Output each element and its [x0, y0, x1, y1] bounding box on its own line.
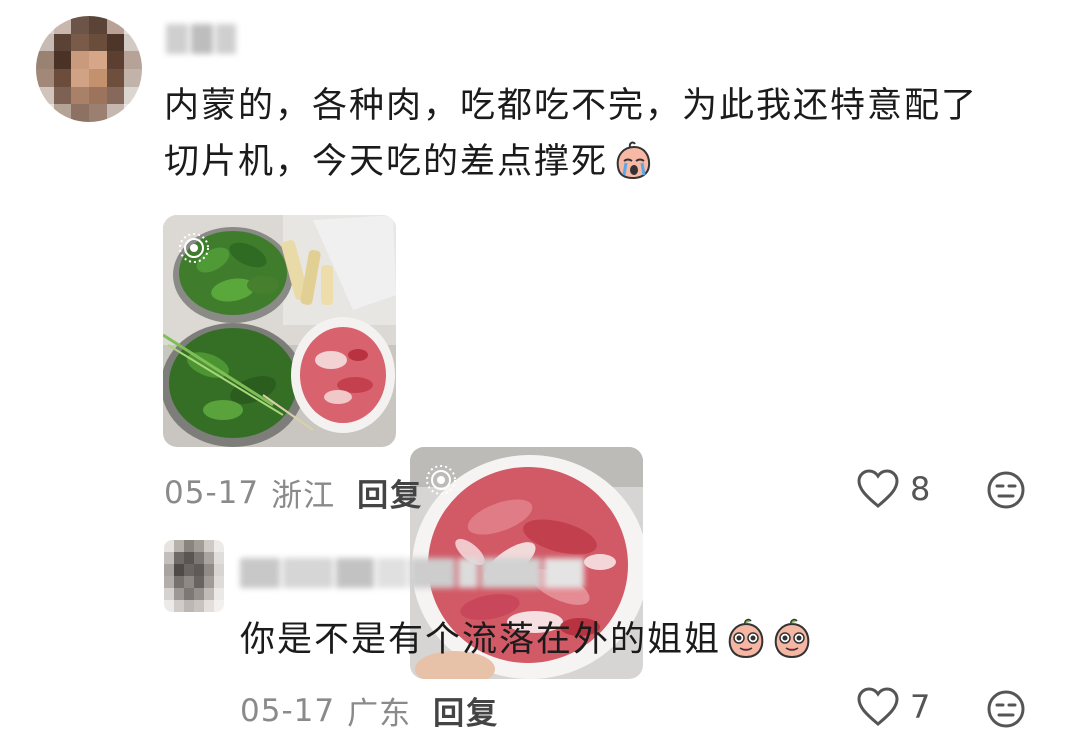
comment-text-line: 内蒙的，各种肉，吃都吃不完，为此我还特意配了: [164, 86, 979, 126]
like-count: 7: [910, 688, 931, 726]
comment-text: 内蒙的，各种肉，吃都吃不完，为此我还特意配了 切片机，今天吃的差点撑死: [164, 78, 1044, 190]
live-photo-badge-icon: [426, 465, 456, 495]
like-button[interactable]: 8: [856, 468, 930, 510]
crying-face-sticker-icon: [616, 141, 651, 180]
reply-meta: 05-17 广东 回复: [240, 688, 499, 733]
reply-button[interactable]: 回复: [433, 688, 499, 733]
reply-username[interactable]: [240, 558, 640, 588]
reply-avatar[interactable]: [164, 540, 224, 612]
commenter-avatar[interactable]: [36, 16, 142, 122]
shy-peach-sticker-icon: [774, 618, 810, 659]
like-button[interactable]: 7: [856, 686, 930, 728]
heart-outline-icon: [857, 469, 899, 508]
comment-photo[interactable]: [163, 215, 396, 447]
reply-text: 你是不是有个流落在外的姐姐: [240, 612, 813, 668]
commenter-username[interactable]: [166, 24, 236, 54]
comment-date: 05-17: [164, 474, 260, 511]
reply-button[interactable]: 回复: [357, 470, 423, 515]
comment-location: 浙江: [271, 478, 336, 514]
heart-outline-icon: [857, 687, 899, 726]
like-count: 8: [910, 470, 931, 508]
comment-text-line: 切片机，今天吃的差点撑死: [164, 134, 1044, 190]
reply-location: 广东: [347, 696, 412, 732]
reply-date: 05-17: [240, 692, 336, 729]
live-photo-badge-icon: [179, 233, 209, 263]
neutral-face-icon[interactable]: [986, 470, 1026, 510]
neutral-face-icon[interactable]: [986, 689, 1026, 729]
comment-meta: 05-17 浙江 回复: [164, 470, 423, 515]
shy-peach-sticker-icon: [728, 618, 764, 659]
